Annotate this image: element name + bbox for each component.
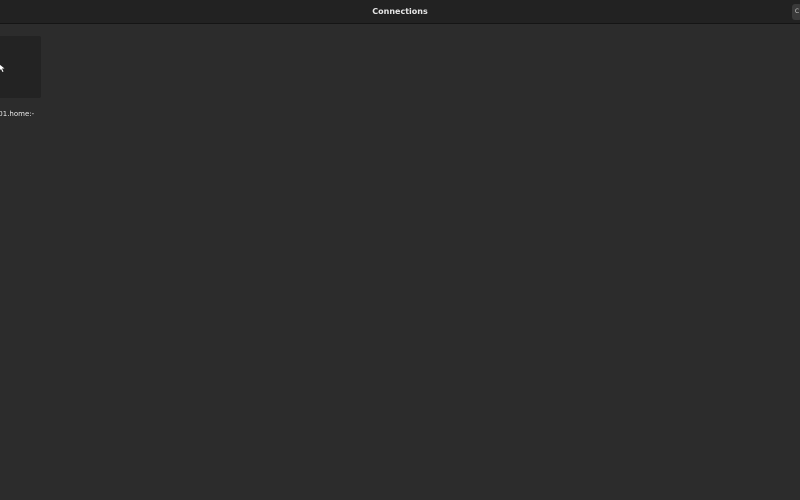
window-title: Connections (372, 7, 428, 16)
header-bar: Connections C (0, 0, 800, 24)
menu-button[interactable]: C (792, 4, 800, 20)
connection-label-line1: pc01.home:- (0, 110, 35, 118)
connection-thumbnail[interactable] (0, 36, 41, 98)
connection-label: pc01.home:- 9 (0, 109, 50, 129)
mouse-pointer-icon (0, 64, 5, 72)
menu-icon: C (794, 8, 800, 15)
connection-tile[interactable]: pc01.home:- 9 (0, 36, 48, 132)
